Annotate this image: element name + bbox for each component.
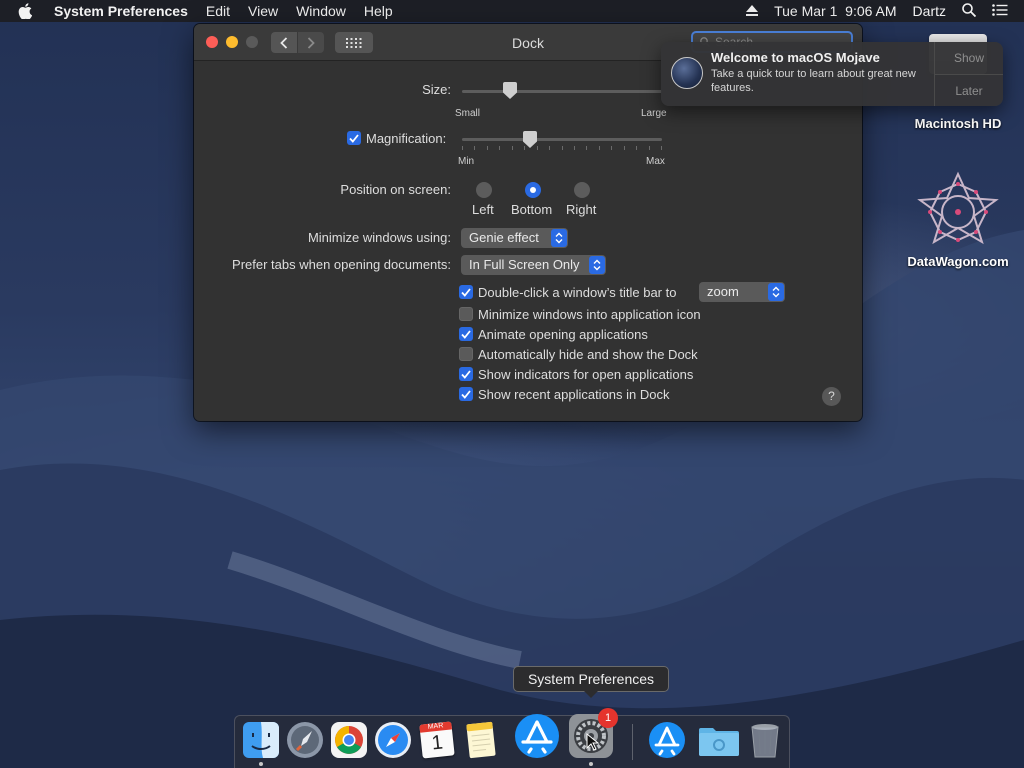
size-max-label: Large <box>641 108 667 119</box>
app-store-icon <box>515 714 559 758</box>
checkmark-icon <box>461 389 471 399</box>
double-click-label: Double-click a window’s title bar to <box>478 285 677 300</box>
position-bottom-radio[interactable] <box>525 182 541 198</box>
dock-tooltip: System Preferences <box>513 666 669 698</box>
apple-menu-icon[interactable] <box>18 3 40 19</box>
magnification-label: Magnification: <box>366 131 447 146</box>
updown-arrows-icon <box>589 256 605 274</box>
menu-window[interactable]: Window <box>296 3 346 19</box>
notification-later-button[interactable]: Later <box>935 74 1003 106</box>
updown-arrows-icon <box>768 283 784 301</box>
menu-view[interactable]: View <box>248 3 278 19</box>
macos-mojave-icon <box>671 57 703 89</box>
datawagon-logo-icon <box>916 170 1000 254</box>
desktop-icon-label: DataWagon.com <box>907 254 1009 269</box>
dock-app-store-recent[interactable] <box>647 720 687 760</box>
double-click-action-value: zoom <box>707 284 739 299</box>
magnification-slider-track[interactable] <box>462 138 662 141</box>
notes-icon <box>466 721 496 759</box>
calendar-icon: MAR 1 <box>419 721 455 759</box>
size-min-label: Small <box>455 108 481 119</box>
autohide-checkbox[interactable] <box>459 347 473 361</box>
menu-bar: System Preferences Edit View Window Help… <box>0 0 1024 22</box>
double-click-action-popup[interactable]: zoom <box>699 282 785 302</box>
spotlight-search-icon[interactable] <box>962 2 977 20</box>
finder-icon <box>243 722 279 758</box>
position-left-radio[interactable] <box>476 182 492 198</box>
chrome-icon <box>331 722 367 758</box>
dock: MAR 1 <box>234 712 790 768</box>
size-label: Size: <box>422 82 451 97</box>
indicators-checkbox[interactable] <box>459 367 473 381</box>
dock-app-store[interactable] <box>513 712 561 760</box>
checkmark-icon <box>349 133 359 143</box>
running-indicator <box>589 762 593 766</box>
dock-chrome[interactable] <box>329 720 369 760</box>
notification-title: Welcome to macOS Mojave <box>711 50 880 65</box>
position-bottom-label: Bottom <box>511 202 553 217</box>
minimize-effect-value: Genie effect <box>469 230 539 245</box>
size-slider-thumb[interactable] <box>503 82 517 99</box>
minimize-into-icon-label: Minimize windows into application icon <box>478 307 701 322</box>
dock-launchpad[interactable] <box>285 720 325 760</box>
trash-icon <box>751 724 779 758</box>
position-right-label: Right <box>566 202 597 217</box>
magnification-min-label: Min <box>458 156 475 167</box>
notification-body: Take a quick tour to learn about great n… <box>711 68 916 94</box>
prefer-tabs-label: Prefer tabs when opening documents: <box>232 257 451 272</box>
prefer-tabs-value: In Full Screen Only <box>469 257 580 272</box>
eject-icon[interactable] <box>746 3 759 19</box>
position-right-radio[interactable] <box>574 182 590 198</box>
autohide-label: Automatically hide and show the Dock <box>478 347 698 362</box>
notification-show-button[interactable]: Show <box>935 42 1003 74</box>
dock-separator <box>632 724 633 760</box>
animate-label: Animate opening applications <box>478 327 648 342</box>
magnification-max-label: Max <box>646 156 665 167</box>
running-indicator <box>259 762 263 766</box>
animate-checkbox[interactable] <box>459 327 473 341</box>
updown-arrows-icon <box>551 229 567 247</box>
dock-downloads-folder[interactable] <box>697 720 739 760</box>
dock-calendar[interactable]: MAR 1 <box>417 720 457 760</box>
safari-icon <box>375 722 411 758</box>
position-label: Position on screen: <box>340 182 451 197</box>
desktop-icon-datawagon[interactable]: DataWagon.com <box>903 170 1013 269</box>
dock-notes[interactable] <box>461 720 501 760</box>
checkmark-icon <box>461 329 471 339</box>
minimize-into-icon-checkbox[interactable] <box>459 307 473 321</box>
menu-edit[interactable]: Edit <box>206 3 230 19</box>
dock-finder[interactable] <box>241 720 281 760</box>
dock-notification-badge: 1 <box>598 708 618 728</box>
menu-help[interactable]: Help <box>364 3 393 19</box>
magnification-checkbox[interactable] <box>347 131 361 145</box>
position-left-label: Left <box>472 202 494 217</box>
menu-app-name[interactable]: System Preferences <box>54 3 188 19</box>
indicators-label: Show indicators for open applications <box>478 367 694 382</box>
size-slider-track[interactable] <box>462 90 662 93</box>
menubar-user[interactable]: Dartz <box>913 3 946 19</box>
prefer-tabs-popup[interactable]: In Full Screen Only <box>461 255 606 275</box>
recent-apps-label: Show recent applications in Dock <box>478 387 670 402</box>
help-button[interactable]: ? <box>822 387 841 406</box>
desktop-icon-label: Macintosh HD <box>914 116 1002 131</box>
dock-safari[interactable] <box>373 720 413 760</box>
notification-center-icon[interactable] <box>992 3 1008 19</box>
calendar-day: 1 <box>430 731 444 755</box>
double-click-checkbox[interactable] <box>459 285 473 299</box>
dock-trash[interactable] <box>745 720 785 760</box>
launchpad-icon <box>287 722 323 758</box>
mojave-welcome-notification[interactable]: Welcome to macOS Mojave Take a quick tou… <box>661 42 1003 106</box>
menubar-clock[interactable]: Tue Mar 1 9:06 AM <box>774 3 896 19</box>
checkmark-icon <box>461 369 471 379</box>
minimize-effect-label: Minimize windows using: <box>307 230 451 245</box>
minimize-effect-popup[interactable]: Genie effect <box>461 228 568 248</box>
recent-apps-checkbox[interactable] <box>459 387 473 401</box>
downloads-folder-icon <box>699 728 739 756</box>
magnification-ticks <box>462 146 662 151</box>
checkmark-icon <box>461 287 471 297</box>
notification-actions: Show Later <box>934 42 1003 106</box>
app-store-icon <box>649 722 685 758</box>
